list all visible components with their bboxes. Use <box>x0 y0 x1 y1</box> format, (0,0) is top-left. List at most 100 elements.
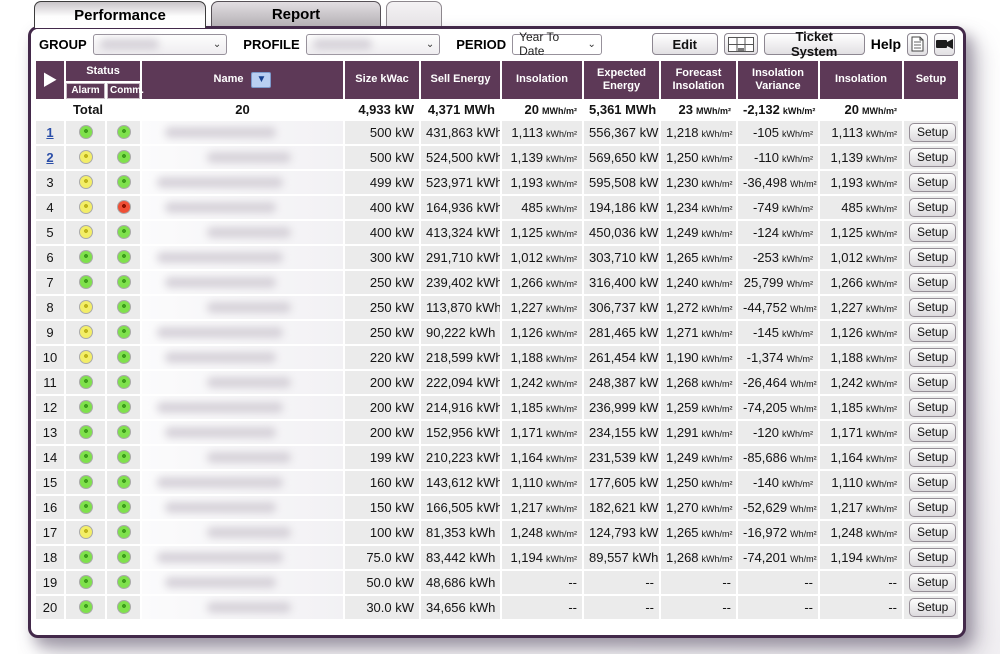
alarm-status-cell <box>66 321 105 344</box>
insolation-cell: 1,164kWh/m² <box>502 446 582 469</box>
comm-led-green-icon <box>117 400 131 414</box>
comm-led-green-icon <box>117 150 131 164</box>
comm-led-green-icon <box>117 525 131 539</box>
insolation-cell: 1,125kWh/m² <box>502 221 582 244</box>
setup-button[interactable]: Setup <box>909 373 956 392</box>
plant-row-3: 3499 kW523,971 kWh1,193kWh/m²595,508 kWh… <box>36 171 958 194</box>
period-select[interactable]: Year To Date ⌄ <box>512 34 602 55</box>
edit-button[interactable]: Edit <box>652 33 718 55</box>
setup-cell: Setup <box>904 496 958 519</box>
tab-report[interactable]: Report <box>211 1 381 26</box>
tab-empty <box>386 1 442 26</box>
plant-name-cell-redacted <box>142 396 343 419</box>
setup-button[interactable]: Setup <box>909 273 956 292</box>
setup-button[interactable]: Setup <box>909 398 956 417</box>
setup-header: Setup <box>904 61 958 99</box>
size-cell: 500 kW <box>345 121 419 144</box>
setup-button[interactable]: Setup <box>909 498 956 517</box>
row-number-cell: 14 <box>36 446 64 469</box>
alarm-led-yellow-icon <box>79 200 93 214</box>
setup-button[interactable]: Setup <box>909 298 956 317</box>
alarm-led-green-icon <box>79 275 93 289</box>
grid-view-button[interactable] <box>724 33 758 55</box>
expected-energy-cell: 303,710 kWh <box>584 246 659 269</box>
setup-button[interactable]: Setup <box>909 223 956 242</box>
row-number-cell: 8 <box>36 296 64 319</box>
size-cell: 499 kW <box>345 171 419 194</box>
sell-energy-cell: 431,863 kWh <box>421 121 500 144</box>
setup-button[interactable]: Setup <box>909 348 956 367</box>
setup-button[interactable]: Setup <box>909 598 956 617</box>
plant-link[interactable]: 1 <box>46 125 53 140</box>
ticket-system-button[interactable]: Ticket System <box>764 33 865 55</box>
setup-button[interactable]: Setup <box>909 573 956 592</box>
total-insolation-variance: -2,132kWh/m² <box>738 101 818 119</box>
setup-button[interactable]: Setup <box>909 173 956 192</box>
plant-name-cell-redacted <box>142 146 343 169</box>
group-select[interactable]: ⌄ <box>93 34 228 55</box>
insolation-variance-cell: -105kWh/m² <box>738 121 818 144</box>
tab-performance[interactable]: Performance <box>34 1 206 28</box>
alarm-status-cell <box>66 471 105 494</box>
insolation-cell: 1,242kWh/m² <box>502 371 582 394</box>
plant-name-cell-redacted <box>142 496 343 519</box>
insolation-variance-cell: -145kWh/m² <box>738 321 818 344</box>
redacted-name <box>207 302 291 313</box>
size-cell: 300 kW <box>345 246 419 269</box>
setup-button[interactable]: Setup <box>909 548 956 567</box>
row-number-cell: 7 <box>36 271 64 294</box>
insolation-cell: -- <box>502 596 582 619</box>
alarm-status-cell <box>66 371 105 394</box>
setup-button[interactable]: Setup <box>909 248 956 267</box>
alarm-status-cell <box>66 496 105 519</box>
setup-button[interactable]: Setup <box>909 423 956 442</box>
size-header: Size kWac <box>345 61 419 99</box>
comm-status-cell <box>107 146 140 169</box>
setup-button[interactable]: Setup <box>909 198 956 217</box>
row-number-cell: 2 <box>36 146 64 169</box>
size-cell: 50.0 kW <box>345 571 419 594</box>
comm-led-green-icon <box>117 175 131 189</box>
insolation-variance-cell: 25,799Wh/m² <box>738 271 818 294</box>
sell-energy-cell: 222,094 kWh <box>421 371 500 394</box>
insolation2-cell: 1,171kWh/m² <box>820 421 902 444</box>
table-container: Status Name ▼ Size kWac Sell Energy Inso… <box>31 59 963 621</box>
redacted-name <box>157 477 283 488</box>
insolation-header: Insolation <box>502 61 582 99</box>
comm-led-green-icon <box>117 575 131 589</box>
forecast-insolation-cell: 1,268kWh/m² <box>661 546 736 569</box>
insolation-variance-header: Insolation Variance <box>738 61 818 99</box>
setup-button[interactable]: Setup <box>909 123 956 142</box>
help-document-button[interactable] <box>907 33 928 56</box>
forecast-insolation-cell: -- <box>661 596 736 619</box>
alarm-status-cell <box>66 196 105 219</box>
sell-energy-cell: 239,402 kWh <box>421 271 500 294</box>
comm-led-green-icon <box>117 325 131 339</box>
alarm-status-cell <box>66 596 105 619</box>
comm-status-cell <box>107 321 140 344</box>
insolation-variance-cell: -74,205Wh/m² <box>738 396 818 419</box>
total-size: 4,933 kW <box>345 101 419 119</box>
setup-button[interactable]: Setup <box>909 448 956 467</box>
row-number-cell: 3 <box>36 171 64 194</box>
setup-button[interactable]: Setup <box>909 473 956 492</box>
profile-select[interactable]: ⌄ <box>306 34 441 55</box>
setup-button[interactable]: Setup <box>909 323 956 342</box>
plant-link[interactable]: 2 <box>46 150 53 165</box>
name-sort-button[interactable]: ▼ <box>251 72 271 88</box>
sell-energy-cell: 113,870 kWh <box>421 296 500 319</box>
setup-cell: Setup <box>904 471 958 494</box>
video-camera-button[interactable] <box>934 33 955 56</box>
comm-led-green-icon <box>117 250 131 264</box>
redacted-name <box>165 277 276 288</box>
alarm-led-green-icon <box>79 450 93 464</box>
row-number-cell: 18 <box>36 546 64 569</box>
comm-status-cell <box>107 221 140 244</box>
redacted-name <box>165 577 276 588</box>
setup-button[interactable]: Setup <box>909 148 956 167</box>
insolation-cell: 1,012kWh/m² <box>502 246 582 269</box>
expected-energy-cell: 194,186 kWh <box>584 196 659 219</box>
insolation-variance-cell: -253kWh/m² <box>738 246 818 269</box>
setup-button[interactable]: Setup <box>909 523 956 542</box>
size-cell: 220 kW <box>345 346 419 369</box>
